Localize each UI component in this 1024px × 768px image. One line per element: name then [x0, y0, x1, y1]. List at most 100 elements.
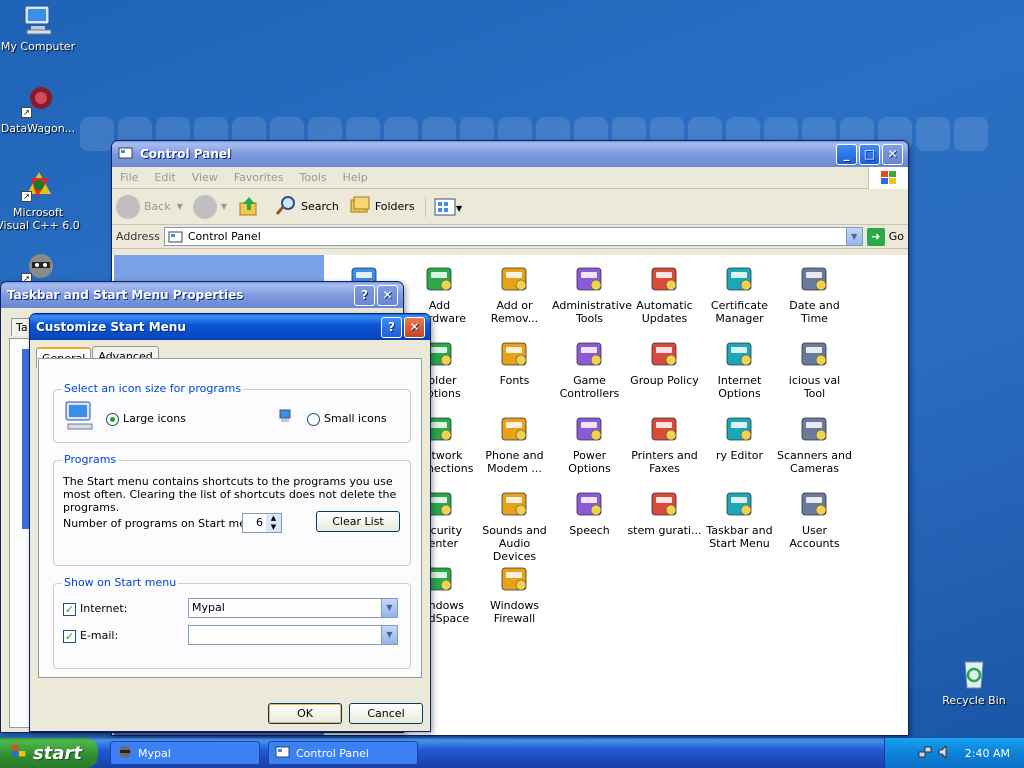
- control-panel-titlebar[interactable]: Control Panel _ □ ✕: [112, 141, 908, 167]
- up-folder-button[interactable]: [237, 195, 261, 219]
- folders-button[interactable]: Folders: [349, 194, 415, 219]
- control-panel-item[interactable]: Windows Firewall: [477, 559, 552, 634]
- control-panel-item-label: ry Editor: [715, 449, 764, 462]
- control-panel-item[interactable]: Phone and Modem ...: [477, 409, 552, 484]
- clock-icon: [799, 263, 831, 295]
- stepper-up-icon[interactable]: ▲: [266, 514, 281, 523]
- email-checkbox[interactable]: ✓ E-mail:: [63, 629, 118, 643]
- email-select[interactable]: ▼: [188, 625, 398, 645]
- menu-file[interactable]: File: [112, 171, 146, 184]
- control-panel-item[interactable]: Administrative Tools: [552, 259, 632, 334]
- desktop-icon-recycle-bin[interactable]: Recycle Bin: [932, 656, 1016, 707]
- forward-button[interactable]: ▼: [192, 194, 227, 219]
- control-panel-item[interactable]: Date and Time: [777, 259, 852, 334]
- control-panel-item[interactable]: Power Options: [552, 409, 627, 484]
- help-button[interactable]: ?: [354, 284, 375, 306]
- desktop-icon-visual-cpp[interactable]: ↗ Microsoft Visual C++ 6.0: [0, 168, 80, 232]
- small-icons-icon: [279, 409, 291, 422]
- cancel-button[interactable]: Cancel: [349, 703, 423, 724]
- menu-edit[interactable]: Edit: [146, 171, 183, 184]
- control-panel-item-label: Certificate Manager: [710, 299, 769, 325]
- customize-start-menu-titlebar[interactable]: Customize Start Menu ? ✕: [30, 314, 430, 340]
- folders-icon: [349, 194, 371, 219]
- certificate-icon: [724, 263, 756, 295]
- control-panel-item-label: Taskbar and Start Menu: [706, 524, 773, 550]
- control-panel-item[interactable]: Sounds and Audio Devices: [477, 484, 552, 563]
- desktop-icon-my-computer[interactable]: My Computer: [0, 2, 80, 53]
- checkbox-indicator: ✓: [63, 602, 76, 616]
- control-panel-item[interactable]: Printers and Faxes: [627, 409, 702, 484]
- clock[interactable]: 2:40 AM: [965, 747, 1010, 760]
- control-panel-item[interactable]: Fonts: [477, 334, 552, 409]
- computer-icon: [21, 2, 55, 36]
- menu-view[interactable]: View: [184, 171, 226, 184]
- control-panel-item-label: Scanners and Cameras: [777, 449, 852, 475]
- control-panel-item[interactable]: Speech: [552, 484, 627, 559]
- menu-favorites[interactable]: Favorites: [226, 171, 292, 184]
- control-panel-item[interactable]: icious val Tool: [777, 334, 852, 409]
- back-arrow-icon: [116, 194, 140, 219]
- start-button[interactable]: start: [0, 738, 98, 768]
- volume-tray-icon[interactable]: [937, 744, 953, 763]
- scanner-icon: [799, 413, 831, 445]
- forward-dropdown-icon[interactable]: ▼: [221, 202, 227, 211]
- control-panel-item-label: Sounds and Audio Devices: [482, 524, 547, 563]
- back-button[interactable]: Back ▼: [116, 194, 183, 219]
- small-icons-radio[interactable]: Small icons: [307, 412, 387, 426]
- control-panel-item[interactable]: Internet Options: [702, 334, 777, 409]
- shortcut-arrow-icon: ↗: [21, 107, 32, 118]
- control-panel-item[interactable]: Automatic Updates: [627, 259, 702, 334]
- control-panel-item[interactable]: Group Policy: [627, 334, 702, 409]
- email-dropdown-icon[interactable]: ▼: [381, 626, 397, 644]
- shortcut-arrow-icon: ↗: [21, 191, 32, 202]
- large-icons-radio[interactable]: Large icons: [106, 412, 186, 426]
- internet-select[interactable]: Mypal ▼: [188, 598, 398, 618]
- back-dropdown-icon[interactable]: ▼: [177, 202, 183, 211]
- maximize-button[interactable]: □: [859, 143, 880, 165]
- help-button[interactable]: ?: [381, 316, 402, 338]
- recycle-bin-icon: [957, 656, 991, 690]
- search-button[interactable]: Search: [275, 194, 339, 219]
- control-panel-item[interactable]: Add or Remov...: [477, 259, 552, 334]
- administrative-tools-icon: [574, 263, 606, 295]
- control-panel-item[interactable]: Certificate Manager: [702, 259, 777, 334]
- raccoon-icon: ↗: [21, 250, 55, 284]
- ok-button[interactable]: OK: [268, 703, 342, 724]
- control-panel-item[interactable]: ry Editor: [702, 409, 777, 484]
- general-panel: Select an icon size for programs Large i…: [38, 358, 422, 678]
- minimize-button[interactable]: _: [836, 143, 857, 165]
- close-button[interactable]: ✕: [377, 284, 398, 306]
- mypal-icon: [117, 744, 133, 763]
- add-remove-programs-icon: [499, 263, 531, 295]
- control-panel-item-label: Windows Firewall: [489, 599, 540, 625]
- menu-help[interactable]: Help: [335, 171, 376, 184]
- control-panel-item[interactable]: stem gurati...: [627, 484, 702, 559]
- control-panel-item-label: Automatic Updates: [636, 299, 693, 325]
- taskbar-properties-titlebar[interactable]: Taskbar and Start Menu Properties ? ✕: [1, 282, 403, 308]
- taskbar-item-control-panel[interactable]: Control Panel: [268, 741, 418, 765]
- internet-dropdown-icon[interactable]: ▼: [381, 599, 397, 617]
- printer-icon: [649, 413, 681, 445]
- views-button[interactable]: ▼: [424, 196, 462, 217]
- stepper-down-icon[interactable]: ▼: [266, 523, 281, 532]
- customize-start-menu-dialog: Customize Start Menu ? ✕ General Advance…: [29, 313, 431, 732]
- taskbar-item-mypal[interactable]: Mypal: [110, 741, 260, 765]
- address-input[interactable]: Control Panel ▼: [163, 227, 863, 246]
- control-panel-item[interactable]: Taskbar and Start Menu: [702, 484, 777, 559]
- taskbar: start Mypal Control Panel 2:40 AM: [0, 738, 1024, 768]
- close-button[interactable]: ✕: [882, 143, 903, 165]
- large-icons-icon: [65, 401, 93, 430]
- go-button[interactable]: ➜ Go: [866, 227, 904, 246]
- desktop-icon-datawagon[interactable]: ↗ DataWagon...: [0, 84, 80, 135]
- control-panel-item[interactable]: Scanners and Cameras: [777, 409, 852, 484]
- address-dropdown-icon[interactable]: ▼: [845, 228, 862, 245]
- control-panel-item[interactable]: User Accounts: [777, 484, 852, 559]
- network-tray-icon[interactable]: [917, 744, 933, 763]
- num-programs-stepper[interactable]: 6 ▲ ▼: [242, 513, 282, 533]
- close-button[interactable]: ✕: [404, 316, 425, 338]
- clear-list-button[interactable]: Clear List: [316, 511, 400, 532]
- address-bar: Address Control Panel ▼ ➜ Go: [112, 225, 908, 249]
- internet-checkbox[interactable]: ✓ Internet:: [63, 602, 127, 616]
- control-panel-item[interactable]: Game Controllers: [552, 334, 627, 409]
- menu-tools[interactable]: Tools: [292, 171, 335, 184]
